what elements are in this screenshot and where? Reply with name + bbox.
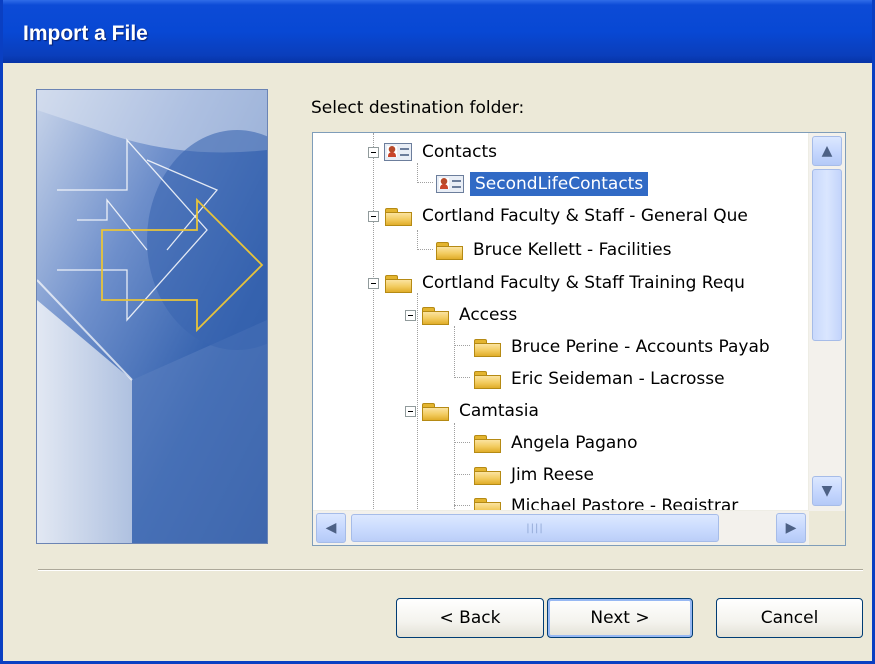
folder-icon	[473, 370, 503, 389]
tree-item-label: Contacts	[422, 142, 497, 162]
tree-item-cortland-general[interactable]: Cortland Faculty & Staff - General Que	[368, 201, 748, 231]
scrollbar-corner	[809, 511, 845, 545]
contacts-icon	[436, 174, 466, 194]
tree-item-jim-reese[interactable]: Jim Reese	[473, 460, 594, 490]
tree-connector	[454, 442, 470, 443]
tree-item-label: Access	[459, 305, 518, 325]
chevron-up-icon: ▲	[821, 143, 833, 159]
tree-item-label: Angela Pagano	[511, 433, 638, 453]
tree-connector	[417, 249, 433, 250]
tree-item-bruce-perine[interactable]: Bruce Perine - Accounts Payab	[473, 332, 770, 362]
tree-connector	[373, 133, 374, 511]
collapse-icon[interactable]	[368, 277, 379, 289]
grip-icon: ||||	[526, 522, 544, 534]
tree-connector	[454, 474, 470, 475]
collapse-icon[interactable]	[368, 210, 379, 222]
folder-icon	[473, 338, 503, 357]
tree-item-michael-pastore[interactable]: Michael Pastore - Registrar	[473, 491, 738, 511]
tree-item-label: SecondLifeContacts	[468, 171, 650, 197]
folder-icon	[473, 497, 503, 511]
scroll-up-button[interactable]: ▲	[812, 136, 842, 166]
tree-item-access[interactable]: Access	[405, 300, 517, 330]
folder-tree[interactable]: Contacts SecondLifeContacts Cortland Fac…	[312, 132, 846, 546]
tree-item-eric-seideman[interactable]: Eric Seideman - Lacrosse	[473, 364, 725, 394]
tree-item-label: Bruce Kellett - Facilities	[473, 240, 672, 260]
tree-item-angela-pagano[interactable]: Angela Pagano	[473, 428, 638, 458]
collapse-icon[interactable]	[368, 146, 379, 158]
folder-icon	[421, 306, 451, 325]
tree-item-camtasia[interactable]: Camtasia	[405, 396, 539, 426]
contacts-icon	[384, 142, 414, 162]
tree-item-label: Michael Pastore - Registrar	[511, 496, 739, 511]
tree-item-bruce-kellett[interactable]: Bruce Kellett - Facilities	[435, 235, 671, 265]
tree-item-cortland-training[interactable]: Cortland Faculty & Staff Training Requ	[368, 268, 745, 298]
title-bar[interactable]: Import a File	[3, 0, 872, 63]
folder-icon	[421, 402, 451, 421]
scroll-left-button[interactable]: ◀	[316, 513, 346, 543]
folder-icon	[384, 274, 414, 293]
import-dialog: Import a File Select destination folder:…	[0, 0, 875, 664]
scroll-right-button[interactable]: ▶	[776, 513, 806, 543]
window-title: Import a File	[23, 22, 148, 45]
cancel-button[interactable]: Cancel	[716, 598, 863, 638]
collapse-icon[interactable]	[405, 309, 416, 321]
wizard-banner-image	[36, 89, 268, 544]
tree-connector	[454, 326, 455, 376]
footer-separator	[38, 569, 863, 571]
vertical-scrollbar[interactable]: ▲ ▼	[808, 133, 845, 511]
tree-item-label: Cortland Faculty & Staff - General Que	[422, 206, 748, 226]
tree-connector	[454, 345, 470, 346]
tree-item-label: Eric Seideman - Lacrosse	[511, 369, 725, 389]
folder-icon	[473, 434, 503, 453]
tree-connector	[454, 423, 455, 511]
tree-connector	[417, 230, 418, 250]
tree-item-label: Bruce Perine - Accounts Payab	[511, 337, 770, 357]
tree-item-contacts[interactable]: Contacts	[368, 137, 497, 167]
tree-item-secondlifecontacts[interactable]: SecondLifeContacts	[436, 169, 650, 199]
chevron-left-icon: ◀	[325, 520, 337, 536]
tree-item-label: Jim Reese	[511, 465, 594, 485]
tree-item-label: Camtasia	[459, 401, 539, 421]
select-folder-prompt: Select destination folder:	[311, 98, 525, 118]
scroll-down-button[interactable]: ▼	[812, 476, 842, 506]
folder-icon	[473, 466, 503, 485]
collapse-icon[interactable]	[405, 405, 416, 417]
horizontal-scroll-thumb[interactable]: ||||	[351, 514, 719, 542]
back-button[interactable]: < Back	[396, 598, 544, 638]
horizontal-scrollbar[interactable]: ◀ |||| ▶	[313, 510, 809, 545]
chevron-right-icon: ▶	[785, 520, 797, 536]
tree-connector	[454, 505, 470, 506]
chevron-down-icon: ▼	[821, 483, 833, 499]
tree-content: Contacts SecondLifeContacts Cortland Fac…	[313, 133, 809, 511]
vertical-scroll-thumb[interactable]	[812, 169, 842, 341]
folder-icon	[384, 207, 414, 226]
tree-connector	[417, 182, 433, 183]
tree-item-label: Cortland Faculty & Staff Training Requ	[422, 273, 745, 293]
next-button[interactable]: Next >	[547, 598, 693, 638]
tree-connector	[454, 377, 470, 378]
folder-icon	[435, 241, 465, 260]
